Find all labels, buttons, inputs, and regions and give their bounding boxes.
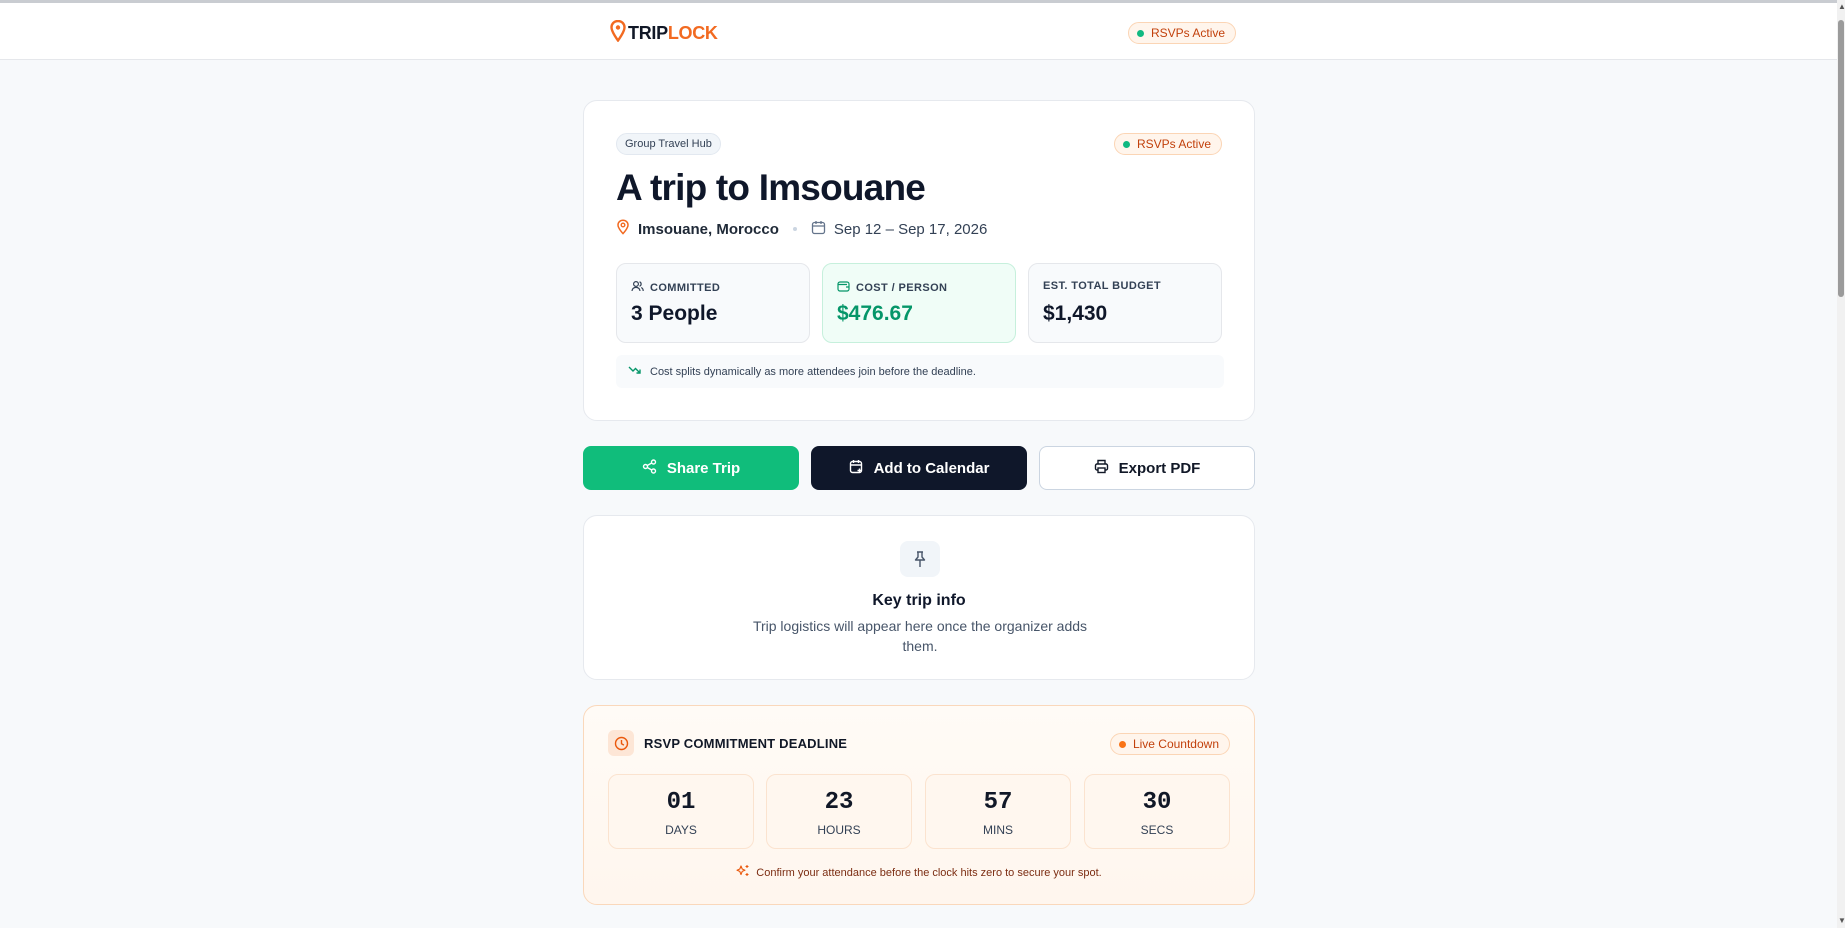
countdown-hours: 23 HOURS (766, 774, 912, 849)
status-dot-icon (1137, 29, 1144, 37)
share-icon (642, 458, 657, 478)
site-header: TRIPLOCK RSVPs Active (0, 3, 1837, 60)
add-to-calendar-button[interactable]: Add to Calendar (811, 446, 1027, 490)
countdown-days-value: 01 (666, 789, 696, 816)
cost-split-note: Cost splits dynamically as more attendee… (616, 355, 1224, 388)
location-pin-icon (616, 219, 630, 239)
page-scrollbar-thumb[interactable] (1838, 20, 1844, 297)
status-dot-icon (1122, 140, 1130, 148)
live-dot-icon (1118, 740, 1126, 748)
wallet-icon (837, 280, 850, 295)
countdown-mins-value: 57 (983, 789, 1013, 816)
countdown-hours-unit: HOURS (817, 823, 861, 837)
committed-value: 3 People (631, 302, 718, 325)
rsvp-status-text: RSVPs Active (1136, 137, 1211, 151)
printer-icon (1094, 459, 1109, 478)
countdown-days-unit: DAYS (665, 823, 697, 837)
deadline-title: RSVP COMMITMENT DEADLINE (644, 736, 848, 751)
cost-per-person-label: COST / PERSON (856, 281, 948, 294)
countdown-mins-unit: MINS (983, 823, 1013, 837)
export-pdf-button[interactable]: Export PDF (1039, 446, 1255, 490)
key-trip-info-title: Key trip info (872, 592, 966, 609)
add-to-calendar-label: Add to Calendar (873, 459, 990, 477)
deadline-footer-text: Confirm your attendance before the clock… (756, 866, 1102, 879)
countdown-days: 01 DAYS (608, 774, 754, 849)
cost-per-person-stat: COST / PERSON $476.67 (822, 263, 1016, 343)
live-countdown-text: Live Countdown (1132, 737, 1219, 751)
pin-icon (900, 541, 940, 577)
sparkles-icon (736, 864, 750, 881)
trending-down-icon (628, 365, 642, 378)
countdown-secs-unit: SECS (1140, 823, 1174, 837)
total-budget-label: EST. TOTAL BUDGET (1043, 280, 1162, 292)
countdown-secs: 30 SECS (1084, 774, 1230, 849)
trip-dates: Sep 12 – Sep 17, 2026 (833, 220, 988, 238)
live-countdown-badge: Live Countdown (1109, 733, 1230, 755)
committed-stat: COMMITTED 3 People (616, 263, 810, 343)
export-pdf-label: Export PDF (1118, 459, 1201, 477)
header-rsvp-status-text: RSVPs Active (1151, 26, 1226, 40)
scroll-up-arrow-icon[interactable]: ▲ (1838, 2, 1845, 11)
countdown-secs-value: 30 (1142, 789, 1172, 816)
trip-meta: Imsouane, Morocco Sep 12 – Sep 17, 2026 (616, 219, 987, 239)
scroll-down-arrow-icon[interactable]: ▼ (1838, 916, 1845, 925)
cost-per-person-value: $476.67 (837, 302, 913, 325)
calendar-icon (811, 220, 826, 239)
total-budget-value: $1,430 (1043, 302, 1108, 325)
key-trip-info-card: Key trip info Trip logistics will appear… (583, 515, 1255, 680)
share-trip-label: Share Trip (666, 459, 741, 477)
cost-split-note-text: Cost splits dynamically as more attendee… (650, 365, 976, 378)
clock-icon (608, 730, 634, 756)
trip-overview-card: Group Travel Hub RSVPs Active A trip to … (583, 100, 1255, 421)
countdown-hours-value: 23 (824, 789, 854, 816)
trip-title: A trip to Imsouane (616, 167, 926, 208)
key-trip-info-body: Trip logistics will appear here once the… (752, 618, 1088, 654)
countdown-mins: 57 MINS (925, 774, 1071, 849)
rsvp-deadline-card: RSVP COMMITMENT DEADLINE Live Countdown … (583, 705, 1255, 905)
logo-text-lock: LOCK (667, 23, 718, 43)
users-icon (631, 280, 644, 295)
committed-label: COMMITTED (650, 281, 721, 294)
total-budget-stat: EST. TOTAL BUDGET $1,430 (1028, 263, 1222, 343)
rsvp-status-badge: RSVPs Active (1113, 133, 1222, 155)
group-travel-hub-chip: Group Travel Hub (616, 133, 721, 155)
triplock-logo[interactable]: TRIPLOCK (610, 19, 718, 47)
calendar-plus-icon (849, 459, 864, 478)
map-pin-icon (610, 19, 626, 47)
trip-location: Imsouane, Morocco (638, 220, 779, 238)
share-trip-button[interactable]: Share Trip (583, 446, 799, 490)
logo-text-trip: TRIP (628, 23, 668, 43)
header-rsvp-status-badge: RSVPs Active (1128, 22, 1237, 44)
deadline-footer: Confirm your attendance before the clock… (584, 864, 1254, 881)
meta-separator (792, 227, 797, 231)
